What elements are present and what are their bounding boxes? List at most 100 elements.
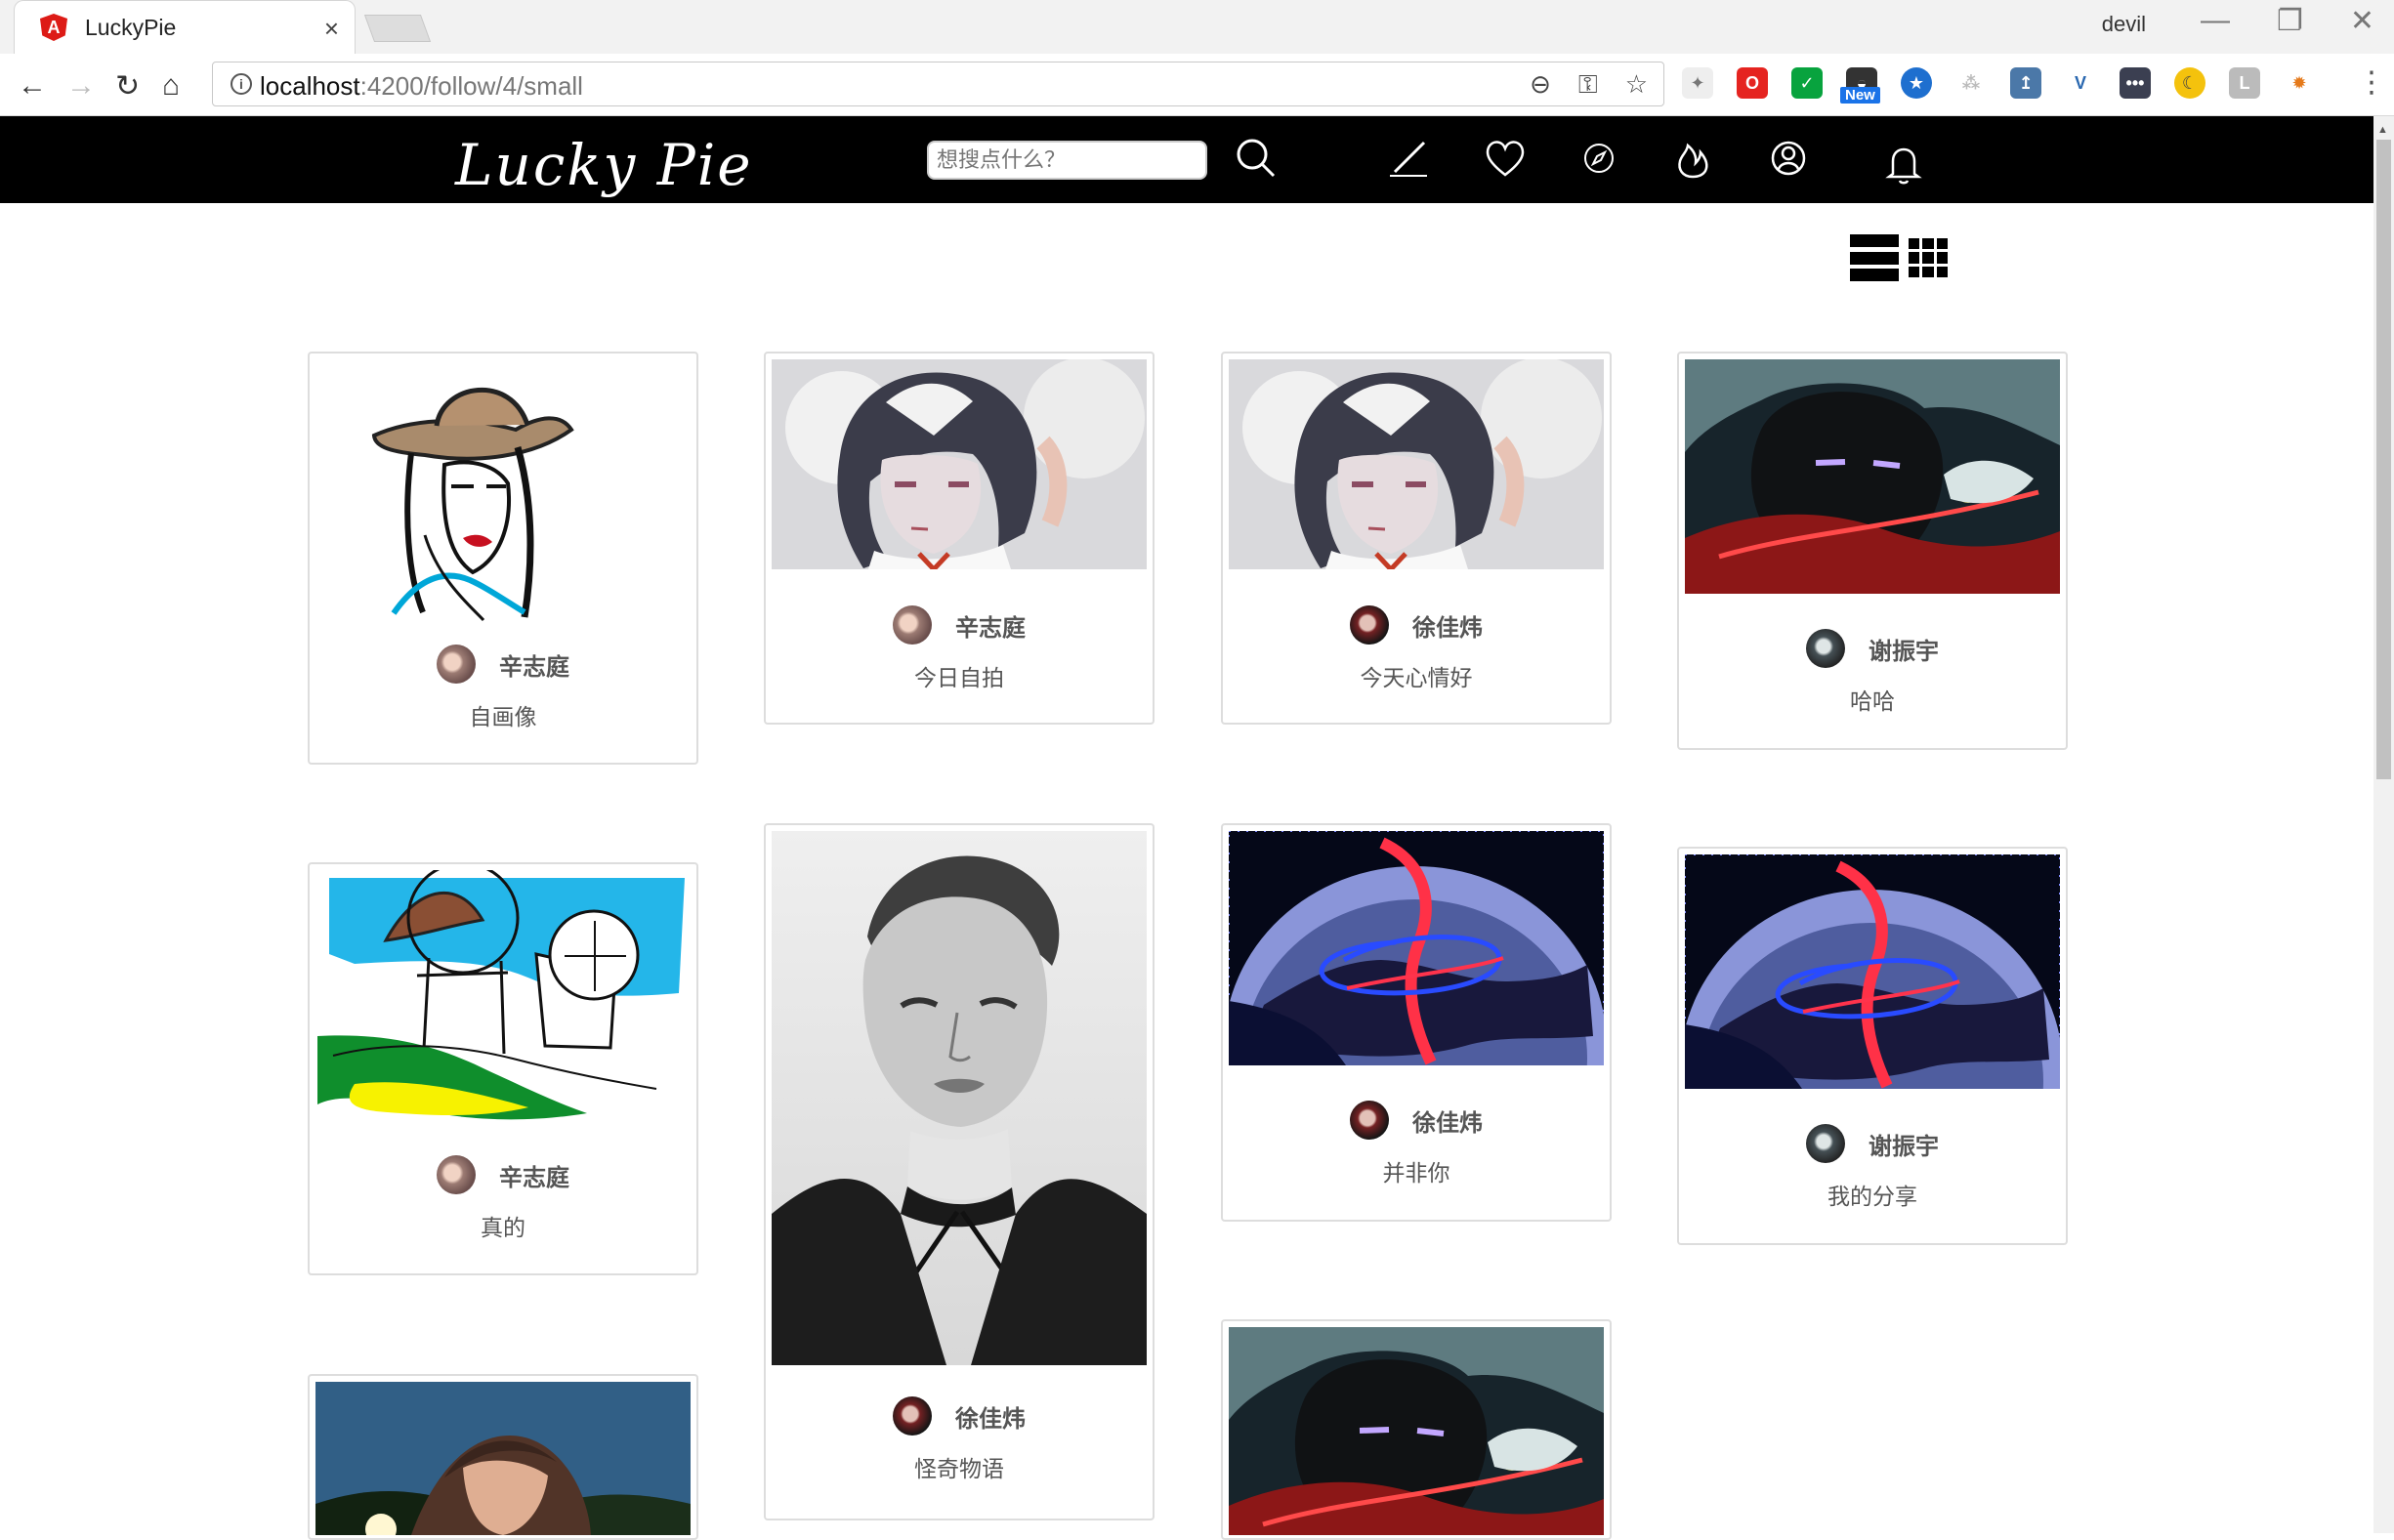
post-image-dark-anime[interactable] — [1685, 359, 2060, 594]
post-caption[interactable]: 自画像 — [310, 698, 696, 731]
author-avatar[interactable] — [437, 645, 476, 684]
minimize-button[interactable]: — — [2201, 4, 2230, 38]
browser-tab-strip: A LuckyPie × devil — ❐ ✕ — [0, 0, 2394, 54]
l-extension-icon[interactable]: L — [2229, 67, 2260, 99]
search-icon[interactable] — [1234, 136, 1279, 181]
author-name[interactable]: 徐佳炜 — [1412, 1103, 1483, 1138]
moon-icon[interactable]: ☾ — [2174, 67, 2205, 99]
zoom-icon[interactable]: ⊖ — [1530, 69, 1551, 101]
search-input[interactable] — [927, 141, 1207, 180]
browser-toolbar: ← → ↻ ⌂ i localhost:4200/follow/4/small … — [0, 54, 2394, 116]
author-name[interactable]: 徐佳炜 — [955, 1399, 1026, 1434]
post-image-sketch[interactable] — [315, 359, 691, 623]
user-icon[interactable] — [1766, 136, 1811, 181]
author-avatar[interactable] — [1806, 629, 1845, 668]
view-toggle — [1850, 234, 1948, 281]
flame-icon[interactable] — [1670, 136, 1715, 181]
reload-icon[interactable]: ↻ — [115, 69, 140, 104]
post-caption[interactable]: 哈哈 — [1679, 683, 2066, 716]
address-bar-icons: ⊖ ⚿ ☆ — [1530, 69, 1648, 101]
profile-name[interactable]: devil — [2102, 12, 2146, 37]
author-name[interactable]: 辛志庭 — [499, 1158, 569, 1192]
star-extension-icon[interactable]: ★ — [1901, 67, 1932, 99]
key-icon[interactable]: ⚿ — [1578, 69, 1598, 101]
author-avatar[interactable] — [1350, 1101, 1389, 1140]
network-icon[interactable]: ⁂ — [1955, 67, 1987, 99]
window-controls: — ❐ ✕ — [2201, 4, 2374, 38]
browser-tab[interactable]: A LuckyPie × — [14, 0, 356, 54]
home-icon[interactable]: ⌂ — [162, 69, 180, 103]
url-text: localhost:4200/follow/4/small — [260, 71, 583, 102]
app-header: Lucky Pie — [0, 116, 2373, 203]
url-path: :4200/follow/4/small — [359, 71, 583, 101]
post-caption[interactable]: 今日自拍 — [766, 659, 1153, 692]
browser-menu-icon[interactable]: ⋮ — [2357, 65, 2386, 100]
post-card[interactable]: 谢振宇 哈哈 — [1677, 352, 2068, 750]
bell-icon[interactable] — [1881, 142, 1926, 187]
post-caption[interactable]: 今天心情好 — [1223, 659, 1610, 692]
gauge-icon[interactable]: ◒ New — [1840, 67, 1880, 104]
pen-icon[interactable] — [1386, 136, 1431, 181]
post-caption[interactable]: 怪奇物语 — [766, 1450, 1153, 1483]
page-scrollbar[interactable]: ▲ — [2373, 116, 2394, 1533]
scroll-up-icon[interactable]: ▲ — [2377, 124, 2388, 136]
upload-icon[interactable]: ↥ — [2010, 67, 2041, 99]
new-badge: New — [1840, 87, 1880, 104]
author-name[interactable]: 徐佳炜 — [1412, 608, 1483, 643]
scroll-thumb[interactable] — [2376, 140, 2391, 779]
angular-logo-icon: A — [40, 14, 67, 41]
extension-icon[interactable]: ✦ — [1682, 67, 1713, 99]
lucky-pie-logo[interactable]: Lucky Pie — [455, 132, 753, 198]
author-name[interactable]: 谢振宇 — [1869, 1127, 1939, 1161]
forward-icon[interactable]: → — [66, 69, 96, 103]
opera-icon[interactable]: O — [1737, 67, 1768, 99]
post-image-girl-photo[interactable] — [315, 1382, 691, 1535]
restore-button[interactable]: ❐ — [2277, 4, 2303, 38]
new-tab-button[interactable] — [363, 15, 432, 42]
grid-view-icon[interactable] — [1909, 238, 1948, 277]
compass-icon[interactable] — [1576, 136, 1621, 181]
post-image-dark-anime[interactable] — [1229, 1327, 1604, 1535]
post-card[interactable] — [308, 1374, 698, 1540]
post-card[interactable]: 辛志庭 真的 — [308, 862, 698, 1275]
author-name[interactable]: 辛志庭 — [955, 608, 1026, 643]
shield-icon[interactable]: ✓ — [1791, 67, 1823, 99]
address-bar[interactable]: i localhost:4200/follow/4/small ⊖ ⚿ ☆ — [212, 62, 1664, 106]
post-card[interactable]: 徐佳炜 今天心情好 — [1221, 352, 1612, 725]
author-avatar[interactable] — [437, 1155, 476, 1194]
post-image-anime-girl[interactable] — [1229, 359, 1604, 569]
author-avatar[interactable] — [1806, 1124, 1845, 1163]
bookmark-star-icon[interactable]: ☆ — [1625, 69, 1648, 101]
post-card[interactable]: 谢振宇 我的分享 — [1677, 847, 2068, 1245]
back-icon[interactable]: ← — [18, 69, 47, 103]
post-card[interactable]: 徐佳炜 并非你 — [1221, 823, 1612, 1222]
heart-icon[interactable] — [1483, 136, 1528, 181]
post-image-blue-planet[interactable] — [1229, 831, 1604, 1065]
post-image-anime-girl[interactable] — [772, 359, 1147, 569]
close-window-button[interactable]: ✕ — [2350, 4, 2374, 38]
fox-icon[interactable]: ✹ — [2284, 67, 2315, 99]
post-caption[interactable]: 我的分享 — [1679, 1178, 2066, 1211]
post-image-windmill-drawing[interactable] — [315, 870, 691, 1134]
author-avatar[interactable] — [1350, 605, 1389, 645]
post-card[interactable]: 辛志庭 今日自拍 — [764, 352, 1155, 725]
tab-title: LuckyPie — [85, 14, 177, 40]
post-image-blue-planet[interactable] — [1685, 854, 2060, 1089]
post-card[interactable] — [1221, 1319, 1612, 1540]
site-info-icon[interactable]: i — [231, 73, 252, 95]
author-avatar[interactable] — [893, 605, 932, 645]
dots-extension-icon[interactable]: ••• — [2120, 67, 2151, 99]
post-author: 徐佳炜 — [766, 1396, 1153, 1436]
post-image-portrait-photo[interactable] — [772, 831, 1147, 1365]
v-icon[interactable]: V — [2065, 67, 2096, 99]
post-caption[interactable]: 并非你 — [1223, 1154, 1610, 1187]
post-card[interactable]: 徐佳炜 怪奇物语 — [764, 823, 1155, 1520]
post-caption[interactable]: 真的 — [310, 1209, 696, 1242]
author-avatar[interactable] — [893, 1396, 932, 1436]
author-name[interactable]: 谢振宇 — [1869, 632, 1939, 666]
tab-close-button[interactable]: × — [324, 14, 339, 44]
post-author: 谢振宇 — [1679, 1124, 2066, 1163]
author-name[interactable]: 辛志庭 — [499, 647, 569, 682]
list-view-icon[interactable] — [1850, 234, 1899, 281]
post-card[interactable]: 辛志庭 自画像 — [308, 352, 698, 765]
